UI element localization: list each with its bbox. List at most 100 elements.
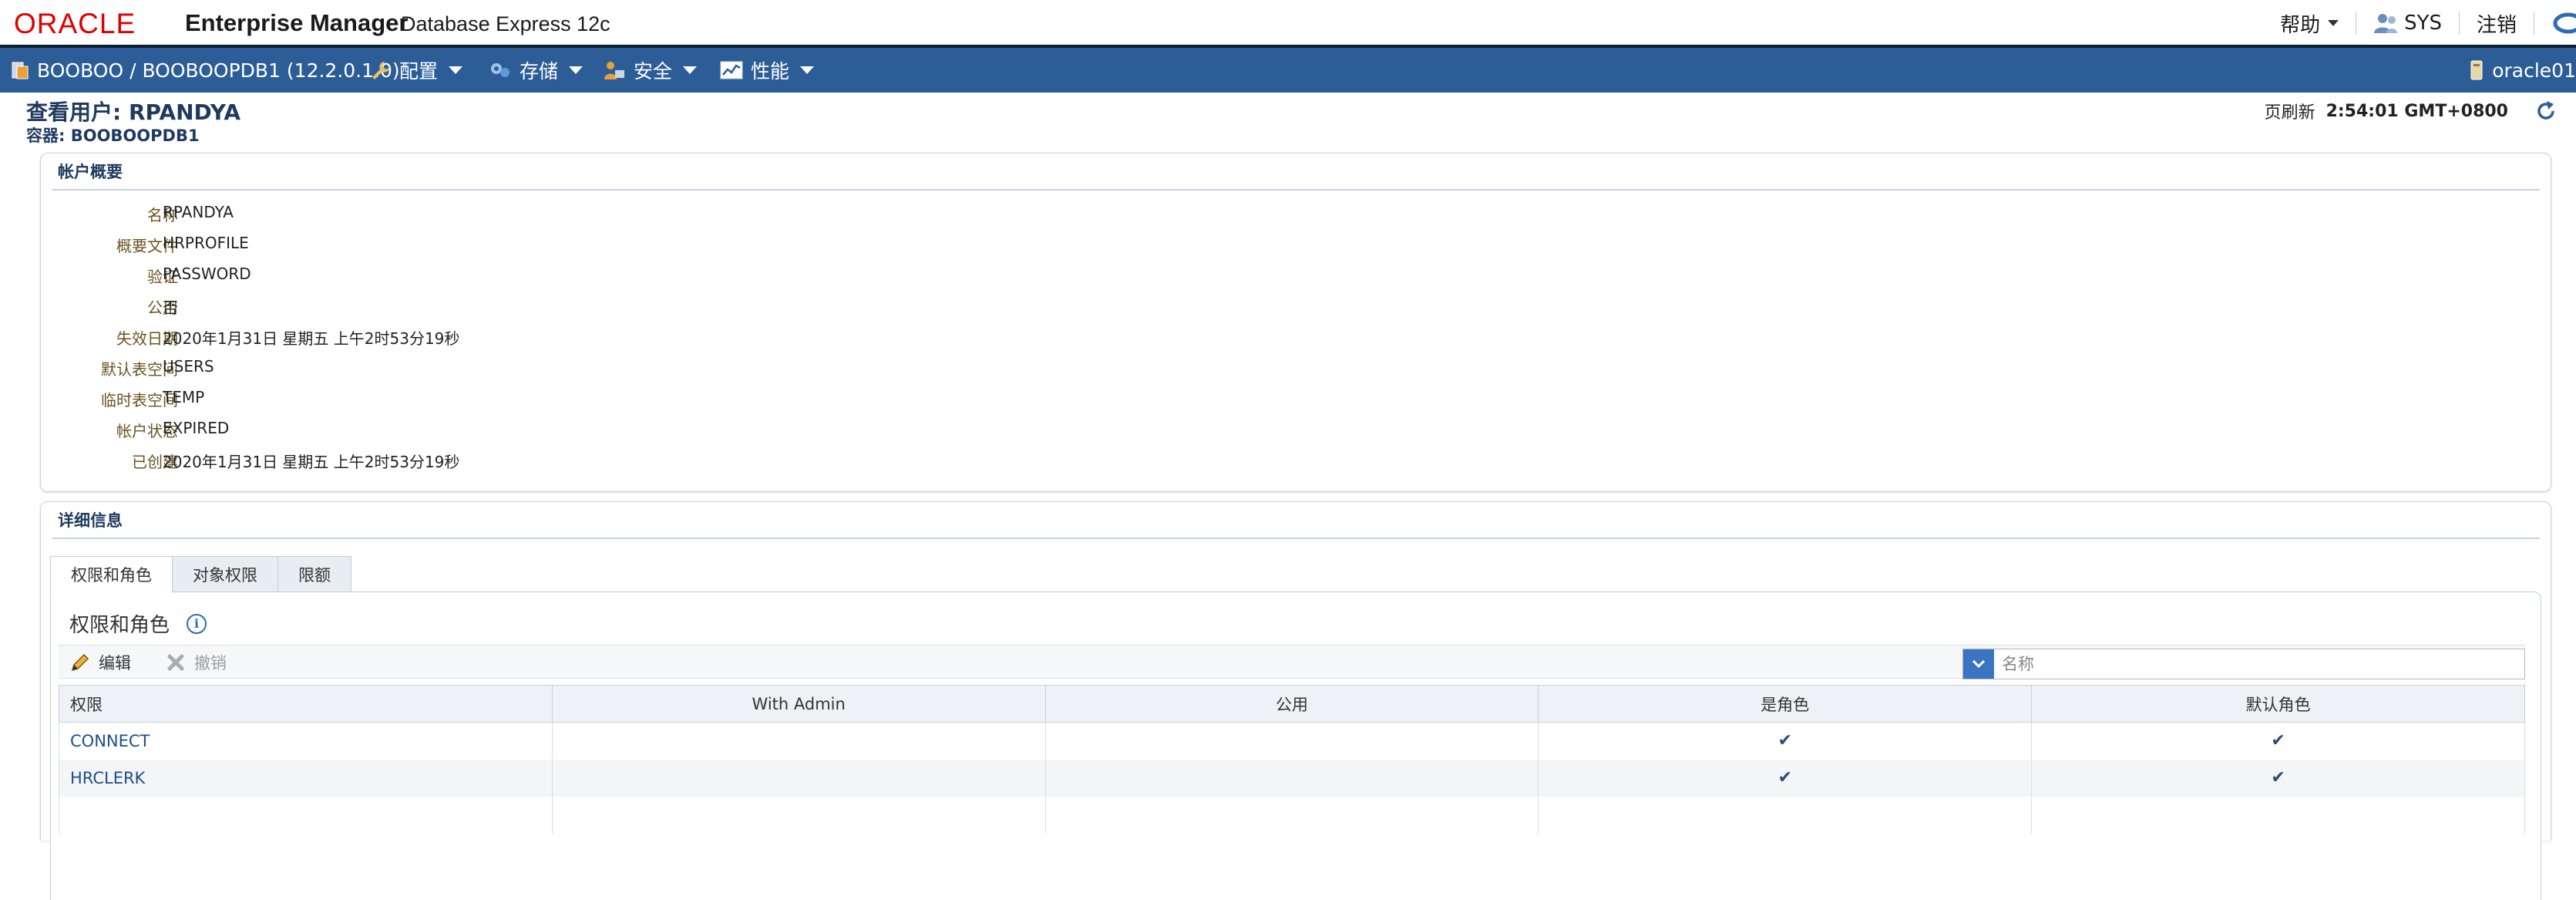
empty-cell xyxy=(1044,796,1539,834)
field-value-auth: PASSWORD xyxy=(163,265,251,283)
page-title: 查看用户: RPANDYA xyxy=(26,99,241,125)
table-row[interactable]: CONNECT ✔ ✔ xyxy=(59,722,2525,760)
menu-config[interactable]: 配置 xyxy=(370,48,463,93)
top-header: ORACLE Enterprise Manager Database Expre… xyxy=(0,0,2576,45)
details-panel: 详细信息 权限和角色 对象权限 限额 权限和角色 i 编辑 撤销 名称 权限 W… xyxy=(40,501,2551,900)
field-value-status: EXPIRED xyxy=(163,419,230,437)
storage-icon xyxy=(491,63,509,77)
field-value-profile: HRPROFILE xyxy=(163,234,249,252)
menu-performance-label: 性能 xyxy=(751,60,790,83)
chevron-down-icon xyxy=(683,66,698,74)
refresh-icon[interactable] xyxy=(2534,99,2558,123)
field-value-expiry: 2020年1月31日 星期五 上午2时53分19秒 xyxy=(163,329,460,348)
menu-security-label: 安全 xyxy=(634,60,673,83)
field-value-name: RPANDYA xyxy=(163,203,234,221)
refresh-time: 2:54:01 GMT+0800 xyxy=(2325,101,2508,121)
tab-quotas[interactable]: 限额 xyxy=(277,556,351,592)
empty-cell xyxy=(551,796,1046,834)
chevron-down-icon xyxy=(449,66,463,74)
oracle-logo: ORACLE xyxy=(14,8,136,39)
field-row: 概要文件 HRPROFILE xyxy=(41,234,657,265)
field-value-default-ts: USERS xyxy=(163,357,214,376)
menu-config-label: 配置 xyxy=(399,60,439,83)
checkmark-icon: ✔ xyxy=(1777,768,1792,787)
search-box xyxy=(1962,649,2525,679)
field-row: 验证 PASSWORD xyxy=(41,265,657,295)
table-row-empty xyxy=(59,796,2525,834)
is-role-cell: ✔ xyxy=(1538,722,2033,760)
product-edition: Database Express 12c xyxy=(401,12,610,35)
menu-security[interactable]: 安全 xyxy=(603,48,698,93)
database-icon xyxy=(12,62,29,79)
database-home-link[interactable]: BOOBOO / BOOBOOPDB1 (12.2.0.1.0) xyxy=(11,48,400,93)
info-icon[interactable]: i xyxy=(187,613,207,634)
column-header-is-role[interactable]: 是角色 xyxy=(1538,685,2033,723)
header-actions: 帮助 SYS 注销 xyxy=(2280,8,2576,39)
menu-storage-label: 存储 xyxy=(520,60,559,83)
with-admin-cell xyxy=(551,722,1046,760)
menu-performance[interactable]: 性能 xyxy=(720,48,815,93)
search-input[interactable] xyxy=(1994,650,2524,678)
tab-privileges-roles[interactable]: 权限和角色 xyxy=(50,556,173,593)
product-title: Enterprise Manager xyxy=(185,9,409,36)
details-header: 详细信息 xyxy=(52,502,2540,539)
revoke-button[interactable]: 撤销 xyxy=(165,646,227,679)
common-cell xyxy=(1044,759,1539,797)
field-row: 帐户状态 EXPIRED xyxy=(41,419,657,450)
details-tabs: 权限和角色 对象权限 限额 xyxy=(50,556,351,593)
chevron-down-icon xyxy=(1972,659,1986,669)
privilege-cell[interactable]: CONNECT xyxy=(59,722,553,760)
search-filter-dropdown[interactable] xyxy=(1963,649,1994,679)
database-label: BOOBOO / BOOBOOPDB1 (12.2.0.1.0) xyxy=(37,59,400,82)
user-label: SYS xyxy=(2404,12,2442,35)
user-menu[interactable]: SYS xyxy=(2373,12,2442,35)
checkmark-icon: ✔ xyxy=(2271,768,2285,787)
revoke-label: 撤销 xyxy=(194,654,227,672)
default-role-cell: ✔ xyxy=(2031,722,2525,760)
is-role-cell: ✔ xyxy=(1538,759,2033,797)
empty-cell xyxy=(59,796,553,834)
tab-object-privileges[interactable]: 对象权限 xyxy=(172,556,278,592)
section-title-text: 权限和角色 xyxy=(69,614,170,637)
tab-content: 权限和角色 i 编辑 撤销 名称 权限 With Admin 公用 是角色 默认… xyxy=(50,592,2541,900)
field-row: 默认表空间 USERS xyxy=(41,357,657,388)
checkmark-icon: ✔ xyxy=(1777,731,1792,751)
table-header-row: 权限 With Admin 公用 是角色 默认角色 xyxy=(59,685,2525,723)
column-header-common[interactable]: 公用 xyxy=(1044,685,1539,723)
field-row: 失效日期 2020年1月31日 星期五 上午2时53分19秒 xyxy=(41,326,657,357)
wrench-icon xyxy=(372,62,390,79)
field-row: 临时表空间 TEMP xyxy=(41,388,657,419)
empty-cell xyxy=(1538,796,2033,834)
close-icon xyxy=(167,654,184,671)
checkmark-icon: ✔ xyxy=(2271,731,2285,751)
privilege-cell[interactable]: HRCLERK xyxy=(59,759,553,797)
column-header-privilege[interactable]: 权限 xyxy=(59,685,553,723)
logout-link[interactable]: 注销 xyxy=(2477,9,2517,38)
column-header-with-admin[interactable]: With Admin xyxy=(551,685,1046,723)
menu-storage[interactable]: 存储 xyxy=(489,48,583,93)
edit-label: 编辑 xyxy=(99,654,131,672)
table-row[interactable]: HRCLERK ✔ ✔ xyxy=(59,759,2525,797)
field-row: 名称 RPANDYA xyxy=(41,203,657,234)
nav-bar: BOOBOO / BOOBOOPDB1 (12.2.0.1.0) 配置 存储 安… xyxy=(0,45,2576,93)
field-value-temp-ts: TEMP xyxy=(163,388,205,406)
page-refresh: 页刷新 2:54:01 GMT+0800 xyxy=(2265,99,2558,123)
field-value-common: 否 xyxy=(163,298,178,317)
field-value-created: 2020年1月31日 星期五 上午2时53分19秒 xyxy=(163,453,460,471)
default-role-cell: ✔ xyxy=(2031,759,2525,797)
chevron-down-icon xyxy=(569,66,583,74)
user-icon xyxy=(2374,14,2398,33)
chevron-down-icon xyxy=(800,66,815,74)
column-header-default-role[interactable]: 默认角色 xyxy=(2031,685,2525,723)
pencil-icon xyxy=(71,653,89,672)
edit-button[interactable]: 编辑 xyxy=(69,646,131,679)
section-title: 权限和角色 i xyxy=(69,609,207,638)
help-menu[interactable]: 帮助 xyxy=(2280,9,2339,38)
oracle-ring-icon xyxy=(2553,12,2576,34)
host-link[interactable]: oracle01 xyxy=(2469,48,2576,93)
account-summary-header: 帐户概要 xyxy=(52,153,2540,190)
common-cell xyxy=(1044,722,1539,760)
server-icon xyxy=(2470,60,2483,80)
with-admin-cell xyxy=(551,759,1046,797)
refresh-label: 页刷新 xyxy=(2264,103,2315,123)
